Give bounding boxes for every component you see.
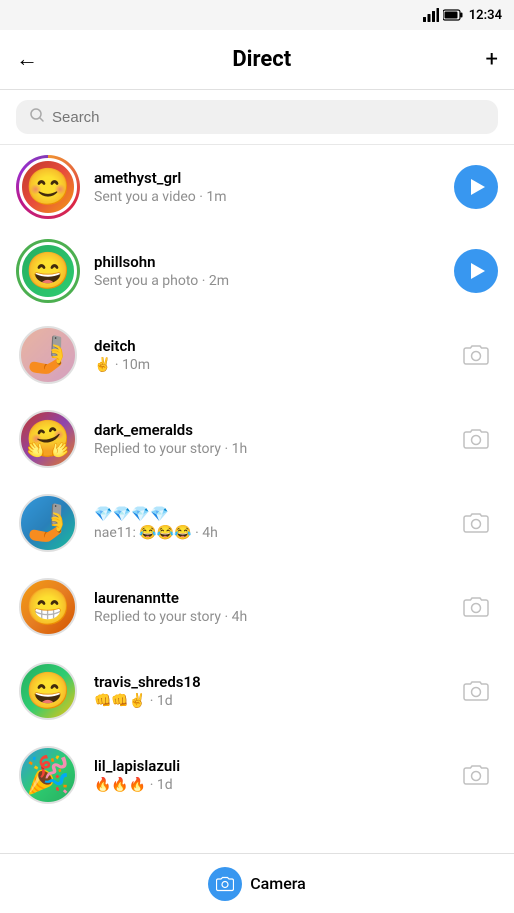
message-username: amethyst_grl xyxy=(94,169,446,187)
signal-icon xyxy=(423,8,439,22)
list-item[interactable]: 🤗 dark_emeralds Replied to your story · 1h xyxy=(0,397,514,481)
camera-action-button[interactable] xyxy=(454,585,498,629)
list-item[interactable]: 😄 travis_shreds18 👊👊✌️ · 1d xyxy=(0,649,514,733)
status-time: 12:34 xyxy=(469,8,502,23)
play-button[interactable] xyxy=(454,165,498,209)
header: ← Direct + xyxy=(0,30,514,90)
avatar: 🤳 xyxy=(19,494,77,552)
message-preview: Replied to your story · 1h xyxy=(94,441,446,457)
search-box[interactable] xyxy=(16,100,498,134)
message-username: travis_shreds18 xyxy=(94,673,446,691)
list-item[interactable]: 🤳 💎💎💎💎 nae11: 😂😂😂 · 4h xyxy=(0,481,514,565)
camera-action-button[interactable] xyxy=(454,753,498,797)
message-content: lil_lapislazuli 🔥🔥🔥 · 1d xyxy=(94,757,446,793)
camera-circle-icon xyxy=(208,867,242,901)
message-content: amethyst_grl Sent you a video · 1m xyxy=(94,169,446,205)
message-preview: nae11: 😂😂😂 · 4h xyxy=(94,525,446,541)
camera-action-icon xyxy=(463,428,489,450)
message-username: dark_emeralds xyxy=(94,421,446,439)
list-item[interactable]: 😄 phillsohn Sent you a photo · 2m xyxy=(0,229,514,313)
play-button[interactable] xyxy=(454,249,498,293)
message-username: laurenanntte xyxy=(94,589,446,607)
camera-action-button[interactable] xyxy=(454,333,498,377)
avatar: 🤳 xyxy=(19,326,77,384)
camera-action-button[interactable] xyxy=(454,417,498,461)
list-item[interactable]: 😁 laurenanntte Replied to your story · 4h xyxy=(0,565,514,649)
camera-action-icon xyxy=(463,764,489,786)
message-username: phillsohn xyxy=(94,253,446,271)
bottom-bar[interactable]: Camera xyxy=(0,853,514,913)
status-bar: 12:34 xyxy=(0,0,514,30)
message-preview: ✌️ · 10m xyxy=(94,357,446,373)
back-button[interactable]: ← xyxy=(16,49,38,71)
battery-icon xyxy=(443,9,463,21)
avatar: 😁 xyxy=(19,578,77,636)
message-content: deitch ✌️ · 10m xyxy=(94,337,446,373)
message-content: travis_shreds18 👊👊✌️ · 1d xyxy=(94,673,446,709)
list-item[interactable]: 🤳 deitch ✌️ · 10m xyxy=(0,313,514,397)
avatar: 😊 xyxy=(19,158,77,216)
message-preview: Sent you a video · 1m xyxy=(94,189,446,205)
search-input[interactable] xyxy=(52,109,484,126)
add-button[interactable]: + xyxy=(486,47,498,72)
message-preview: 👊👊✌️ · 1d xyxy=(94,693,446,709)
avatar: 😄 xyxy=(19,662,77,720)
page-title: Direct xyxy=(232,47,291,72)
camera-action-button[interactable] xyxy=(454,669,498,713)
search-icon xyxy=(30,108,44,126)
search-container xyxy=(0,90,514,145)
camera-action-icon xyxy=(463,512,489,534)
message-preview: Sent you a photo · 2m xyxy=(94,273,446,289)
list-item[interactable]: 🎉 lil_lapislazuli 🔥🔥🔥 · 1d xyxy=(0,733,514,817)
message-username: 💎💎💎💎 xyxy=(94,505,446,523)
status-icons xyxy=(423,8,463,22)
camera-action-icon xyxy=(463,680,489,702)
camera-label: Camera xyxy=(250,874,306,893)
camera-button[interactable]: Camera xyxy=(208,867,306,901)
camera-action-icon xyxy=(463,344,489,366)
message-username: deitch xyxy=(94,337,446,355)
message-content: dark_emeralds Replied to your story · 1h xyxy=(94,421,446,457)
avatar: 🤗 xyxy=(19,410,77,468)
camera-action-icon xyxy=(463,596,489,618)
message-preview: Replied to your story · 4h xyxy=(94,609,446,625)
message-content: phillsohn Sent you a photo · 2m xyxy=(94,253,446,289)
avatar: 🎉 xyxy=(19,746,77,804)
avatar: 😄 xyxy=(19,242,77,300)
message-content: laurenanntte Replied to your story · 4h xyxy=(94,589,446,625)
camera-action-button[interactable] xyxy=(454,501,498,545)
list-item[interactable]: 😊 amethyst_grl Sent you a video · 1m xyxy=(0,145,514,229)
message-content: 💎💎💎💎 nae11: 😂😂😂 · 4h xyxy=(94,505,446,541)
camera-icon xyxy=(216,876,234,892)
message-list: 😊 amethyst_grl Sent you a video · 1m 😄 phill… xyxy=(0,145,514,817)
message-preview: 🔥🔥🔥 · 1d xyxy=(94,777,446,793)
message-username: lil_lapislazuli xyxy=(94,757,446,775)
